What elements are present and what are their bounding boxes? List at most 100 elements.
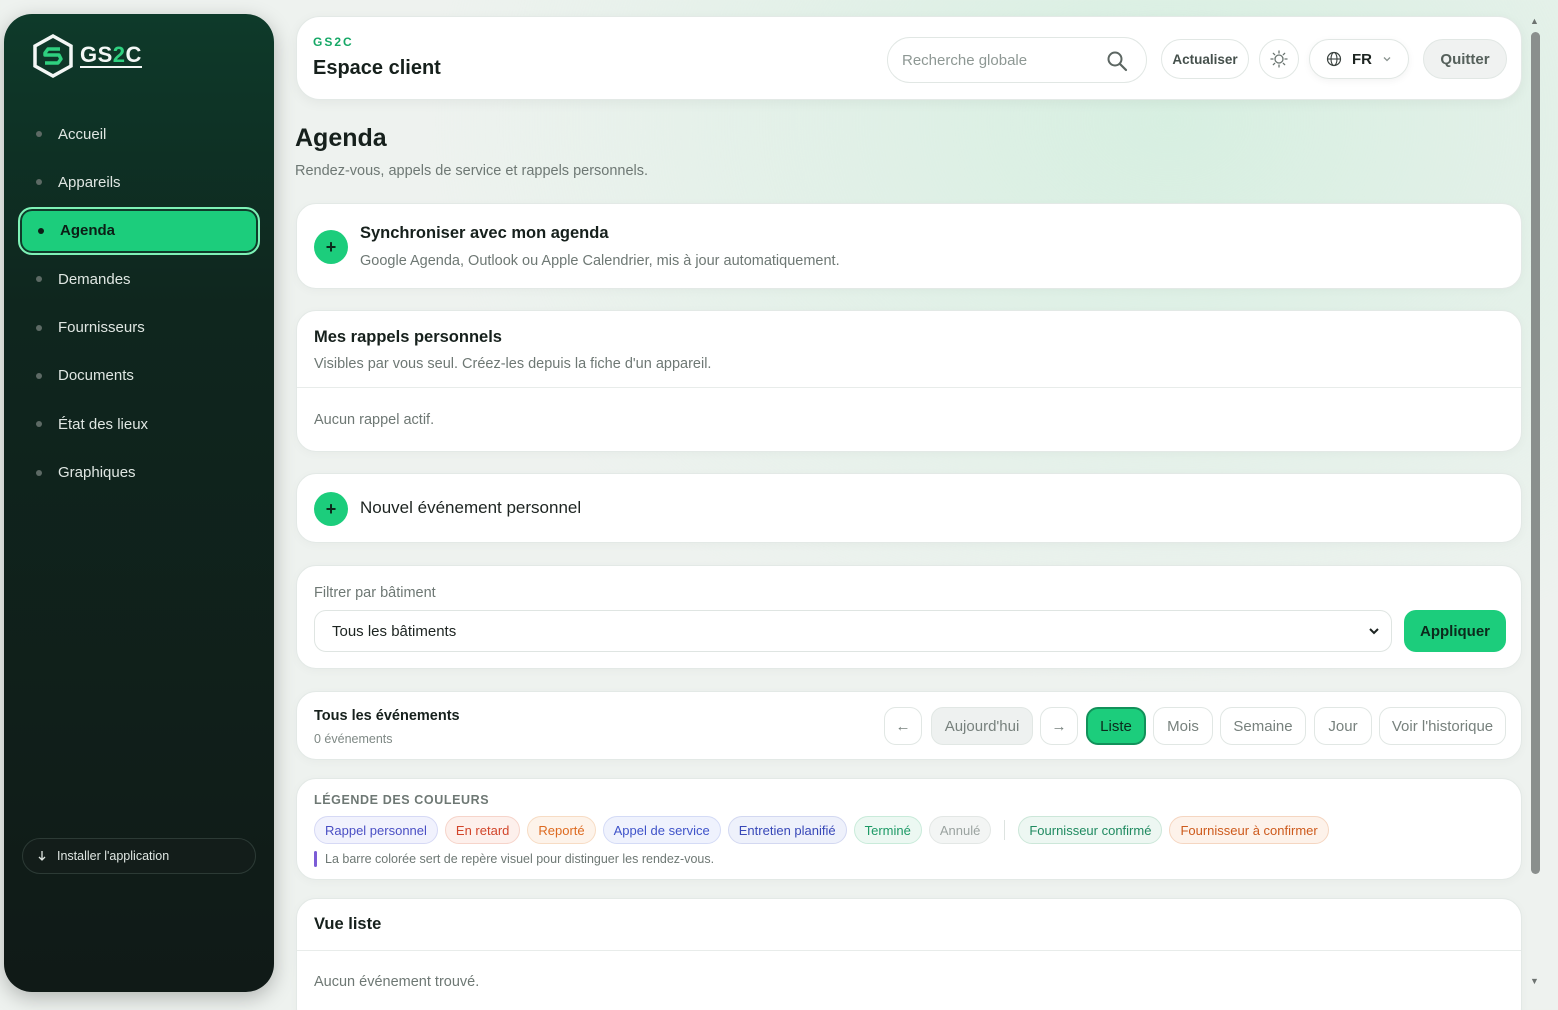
- bullet-icon: [36, 372, 42, 379]
- sun-icon: [1270, 50, 1288, 68]
- legend-note-text: La barre colorée sert de repère visuel p…: [325, 852, 715, 866]
- sidebar-item-graphiques[interactable]: Graphiques: [18, 449, 260, 497]
- legend-chip: En retard: [444, 816, 521, 844]
- scroll-up-icon[interactable]: ▲: [1530, 16, 1539, 26]
- legend-chip: Reporté: [527, 816, 596, 844]
- sidebar-item-documents[interactable]: Documents: [18, 352, 260, 400]
- legend-title: LÉGENDE DES COULEURS: [314, 793, 490, 807]
- building-filter-card: Filtrer par bâtiment Tous les bâtiments …: [296, 565, 1522, 669]
- language-label: FR: [1352, 50, 1372, 68]
- sidebar-item-agenda[interactable]: Agenda: [18, 206, 260, 255]
- sidebar-item-label: État des lieux: [58, 415, 149, 433]
- building-select[interactable]: Tous les bâtiments: [314, 610, 1392, 652]
- bullet-icon: [36, 421, 42, 428]
- color-legend-card: LÉGENDE DES COULEURS Rappel personnel En…: [296, 778, 1522, 880]
- divider: [297, 950, 1521, 951]
- page-subtitle: Rendez-vous, appels de service et rappel…: [295, 163, 649, 179]
- list-view-card: Vue liste Aucun événement trouvé.: [296, 898, 1522, 1010]
- sidebar: GS2C Accueil Appareils Agenda Demandes F…: [4, 14, 274, 992]
- sidebar-item-fournisseurs[interactable]: Fournisseurs: [18, 304, 260, 352]
- list-view-title: Vue liste: [314, 915, 382, 933]
- search-input[interactable]: [902, 51, 1102, 69]
- sidebar-item-etat-des-lieux[interactable]: État des lieux: [18, 400, 260, 448]
- sidebar-item-appareils[interactable]: Appareils: [18, 158, 260, 206]
- new-personal-event-card[interactable]: + Nouvel événement personnel: [296, 473, 1522, 543]
- list-view-empty-state: Aucun événement trouvé.: [314, 974, 480, 990]
- sidebar-item-label: Graphiques: [58, 464, 136, 482]
- previous-period-button[interactable]: ←: [884, 707, 922, 745]
- legend-chip: Annulé: [928, 816, 992, 844]
- scrollbar-thumb[interactable]: [1531, 32, 1540, 874]
- logo-text: GS2C: [80, 41, 142, 68]
- view-history-button[interactable]: Voir l'historique: [1379, 707, 1506, 745]
- bullet-icon: [38, 227, 44, 234]
- logo-icon: [33, 34, 73, 78]
- scroll-down-icon[interactable]: ▼: [1530, 976, 1539, 986]
- view-list-button[interactable]: Liste: [1086, 707, 1146, 745]
- quit-button[interactable]: Quitter: [1423, 39, 1507, 79]
- search-icon[interactable]: [1106, 50, 1128, 72]
- sidebar-item-label: Demandes: [58, 270, 131, 288]
- plus-icon[interactable]: +: [314, 492, 348, 526]
- sidebar-item-label: Accueil: [58, 125, 107, 143]
- filter-label: Filtrer par bâtiment: [314, 585, 436, 601]
- globe-icon: [1326, 51, 1342, 67]
- personal-reminders-card: Mes rappels personnels Visibles par vous…: [296, 310, 1522, 452]
- chevron-down-icon: [1383, 57, 1391, 62]
- app-logo[interactable]: GS2C: [32, 34, 142, 78]
- building-select-value: Tous les bâtiments: [332, 622, 457, 640]
- divider: [297, 387, 1521, 388]
- legend-chip: Fournisseur confirmé: [1018, 816, 1163, 844]
- new-event-label: Nouvel événement personnel: [360, 498, 582, 517]
- bullet-icon: [36, 179, 42, 186]
- apply-filter-button[interactable]: Appliquer: [1404, 610, 1506, 652]
- reminders-title: Mes rappels personnels: [314, 328, 502, 346]
- install-app-label: Installer l'application: [57, 849, 170, 863]
- bullet-icon: [36, 324, 42, 331]
- global-search: [887, 37, 1147, 83]
- calendar-sync-card[interactable]: + Synchroniser avec mon agenda Google Ag…: [296, 203, 1522, 289]
- header-title: Espace client: [313, 57, 441, 79]
- reminders-description: Visibles par vous seul. Créez-les depuis…: [314, 356, 712, 372]
- events-title: Tous les événements: [314, 708, 460, 724]
- view-day-button[interactable]: Jour: [1314, 707, 1372, 745]
- legend-chip: Rappel personnel: [314, 816, 438, 844]
- language-selector[interactable]: FR: [1309, 39, 1409, 79]
- download-icon: [38, 851, 46, 861]
- install-app-button[interactable]: Installer l'application: [22, 838, 256, 874]
- sync-title: Synchroniser avec mon agenda: [360, 224, 609, 242]
- chevron-down-icon: [1369, 628, 1379, 635]
- sidebar-nav: Accueil Appareils Agenda Demandes Fourni…: [18, 110, 260, 497]
- legend-note: La barre colorée sert de repère visuel p…: [314, 851, 714, 867]
- sync-description: Google Agenda, Outlook ou Apple Calendri…: [360, 253, 840, 269]
- bullet-icon: [36, 276, 42, 283]
- plus-icon[interactable]: +: [314, 230, 348, 264]
- sidebar-item-accueil[interactable]: Accueil: [18, 110, 260, 158]
- sidebar-item-label: Fournisseurs: [58, 319, 145, 337]
- view-week-button[interactable]: Semaine: [1220, 707, 1306, 745]
- color-bar-marker: [314, 851, 317, 867]
- legend-separator: [1004, 820, 1006, 840]
- brand-label: GS2C: [313, 35, 354, 49]
- bullet-icon: [36, 469, 42, 476]
- legend-chip: Fournisseur à confirmer: [1169, 816, 1329, 844]
- legend-chip: Appel de service: [602, 816, 721, 844]
- events-toolbar-card: Tous les événements 0 événements ← Aujou…: [296, 691, 1522, 760]
- events-count: 0 événements: [314, 732, 393, 746]
- view-month-button[interactable]: Mois: [1153, 707, 1213, 745]
- today-button[interactable]: Aujourd'hui: [931, 707, 1033, 745]
- legend-chip: Entretien planifié: [727, 816, 847, 844]
- theme-toggle-button[interactable]: [1259, 39, 1299, 79]
- reminders-empty-state: Aucun rappel actif.: [314, 412, 435, 428]
- next-period-button[interactable]: →: [1040, 707, 1078, 745]
- page-title: Agenda: [295, 124, 387, 152]
- bullet-icon: [36, 131, 42, 137]
- legend-chips: Rappel personnel En retard Reporté Appel…: [314, 816, 1329, 844]
- top-header: GS2C Espace client Actualiser FR Quitter: [296, 16, 1522, 100]
- sidebar-item-label: Appareils: [58, 173, 121, 191]
- legend-chip: Terminé: [853, 816, 922, 844]
- sidebar-item-label: Agenda: [60, 222, 116, 240]
- sidebar-item-demandes[interactable]: Demandes: [18, 255, 260, 303]
- refresh-button[interactable]: Actualiser: [1161, 39, 1249, 79]
- sidebar-item-label: Documents: [58, 367, 134, 385]
